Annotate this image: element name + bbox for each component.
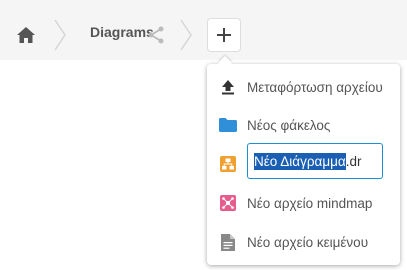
share-icon[interactable] xyxy=(146,25,166,45)
mindmap-icon xyxy=(219,194,237,212)
plus-icon xyxy=(217,28,231,42)
menu-item-upload[interactable]: Μεταφόρτωση αρχείου xyxy=(207,68,400,106)
folder-icon xyxy=(219,116,237,134)
breadcrumb-separator xyxy=(180,19,192,51)
extension-text: .dr xyxy=(345,153,362,169)
home-icon[interactable] xyxy=(16,26,36,44)
menu-item-label: Νέο αρχείο κειμένου xyxy=(247,234,369,250)
diagram-name-input[interactable]: Νέο Διάγραμμα .dr xyxy=(247,143,383,179)
menu-item-new-text-file[interactable]: Νέο αρχείο κειμένου xyxy=(207,223,400,261)
new-button[interactable] xyxy=(207,18,241,52)
top-bar: Diagrams xyxy=(0,0,407,60)
selected-text: Νέο Διάγραμμα xyxy=(254,152,346,170)
breadcrumb-folder[interactable]: Diagrams xyxy=(90,24,154,40)
drawio-icon xyxy=(219,155,237,173)
menu-item-label: Νέος φάκελος xyxy=(247,117,331,133)
menu-item-new-folder[interactable]: Νέος φάκελος xyxy=(207,106,400,144)
new-file-menu: Μεταφόρτωση αρχείου Νέος φάκελος Νέο Διά… xyxy=(207,55,400,265)
menu-item-label: Μεταφόρτωση αρχείου xyxy=(247,79,383,95)
breadcrumb-separator xyxy=(54,19,66,51)
menu-item-new-diagram[interactable]: Νέο Διάγραμμα .dr xyxy=(207,143,400,183)
text-file-icon xyxy=(219,233,237,251)
menu-item-new-mindmap[interactable]: Νέο αρχείο mindmap xyxy=(207,184,400,222)
menu-item-label: Νέο αρχείο mindmap xyxy=(247,195,373,211)
upload-icon xyxy=(219,78,237,96)
